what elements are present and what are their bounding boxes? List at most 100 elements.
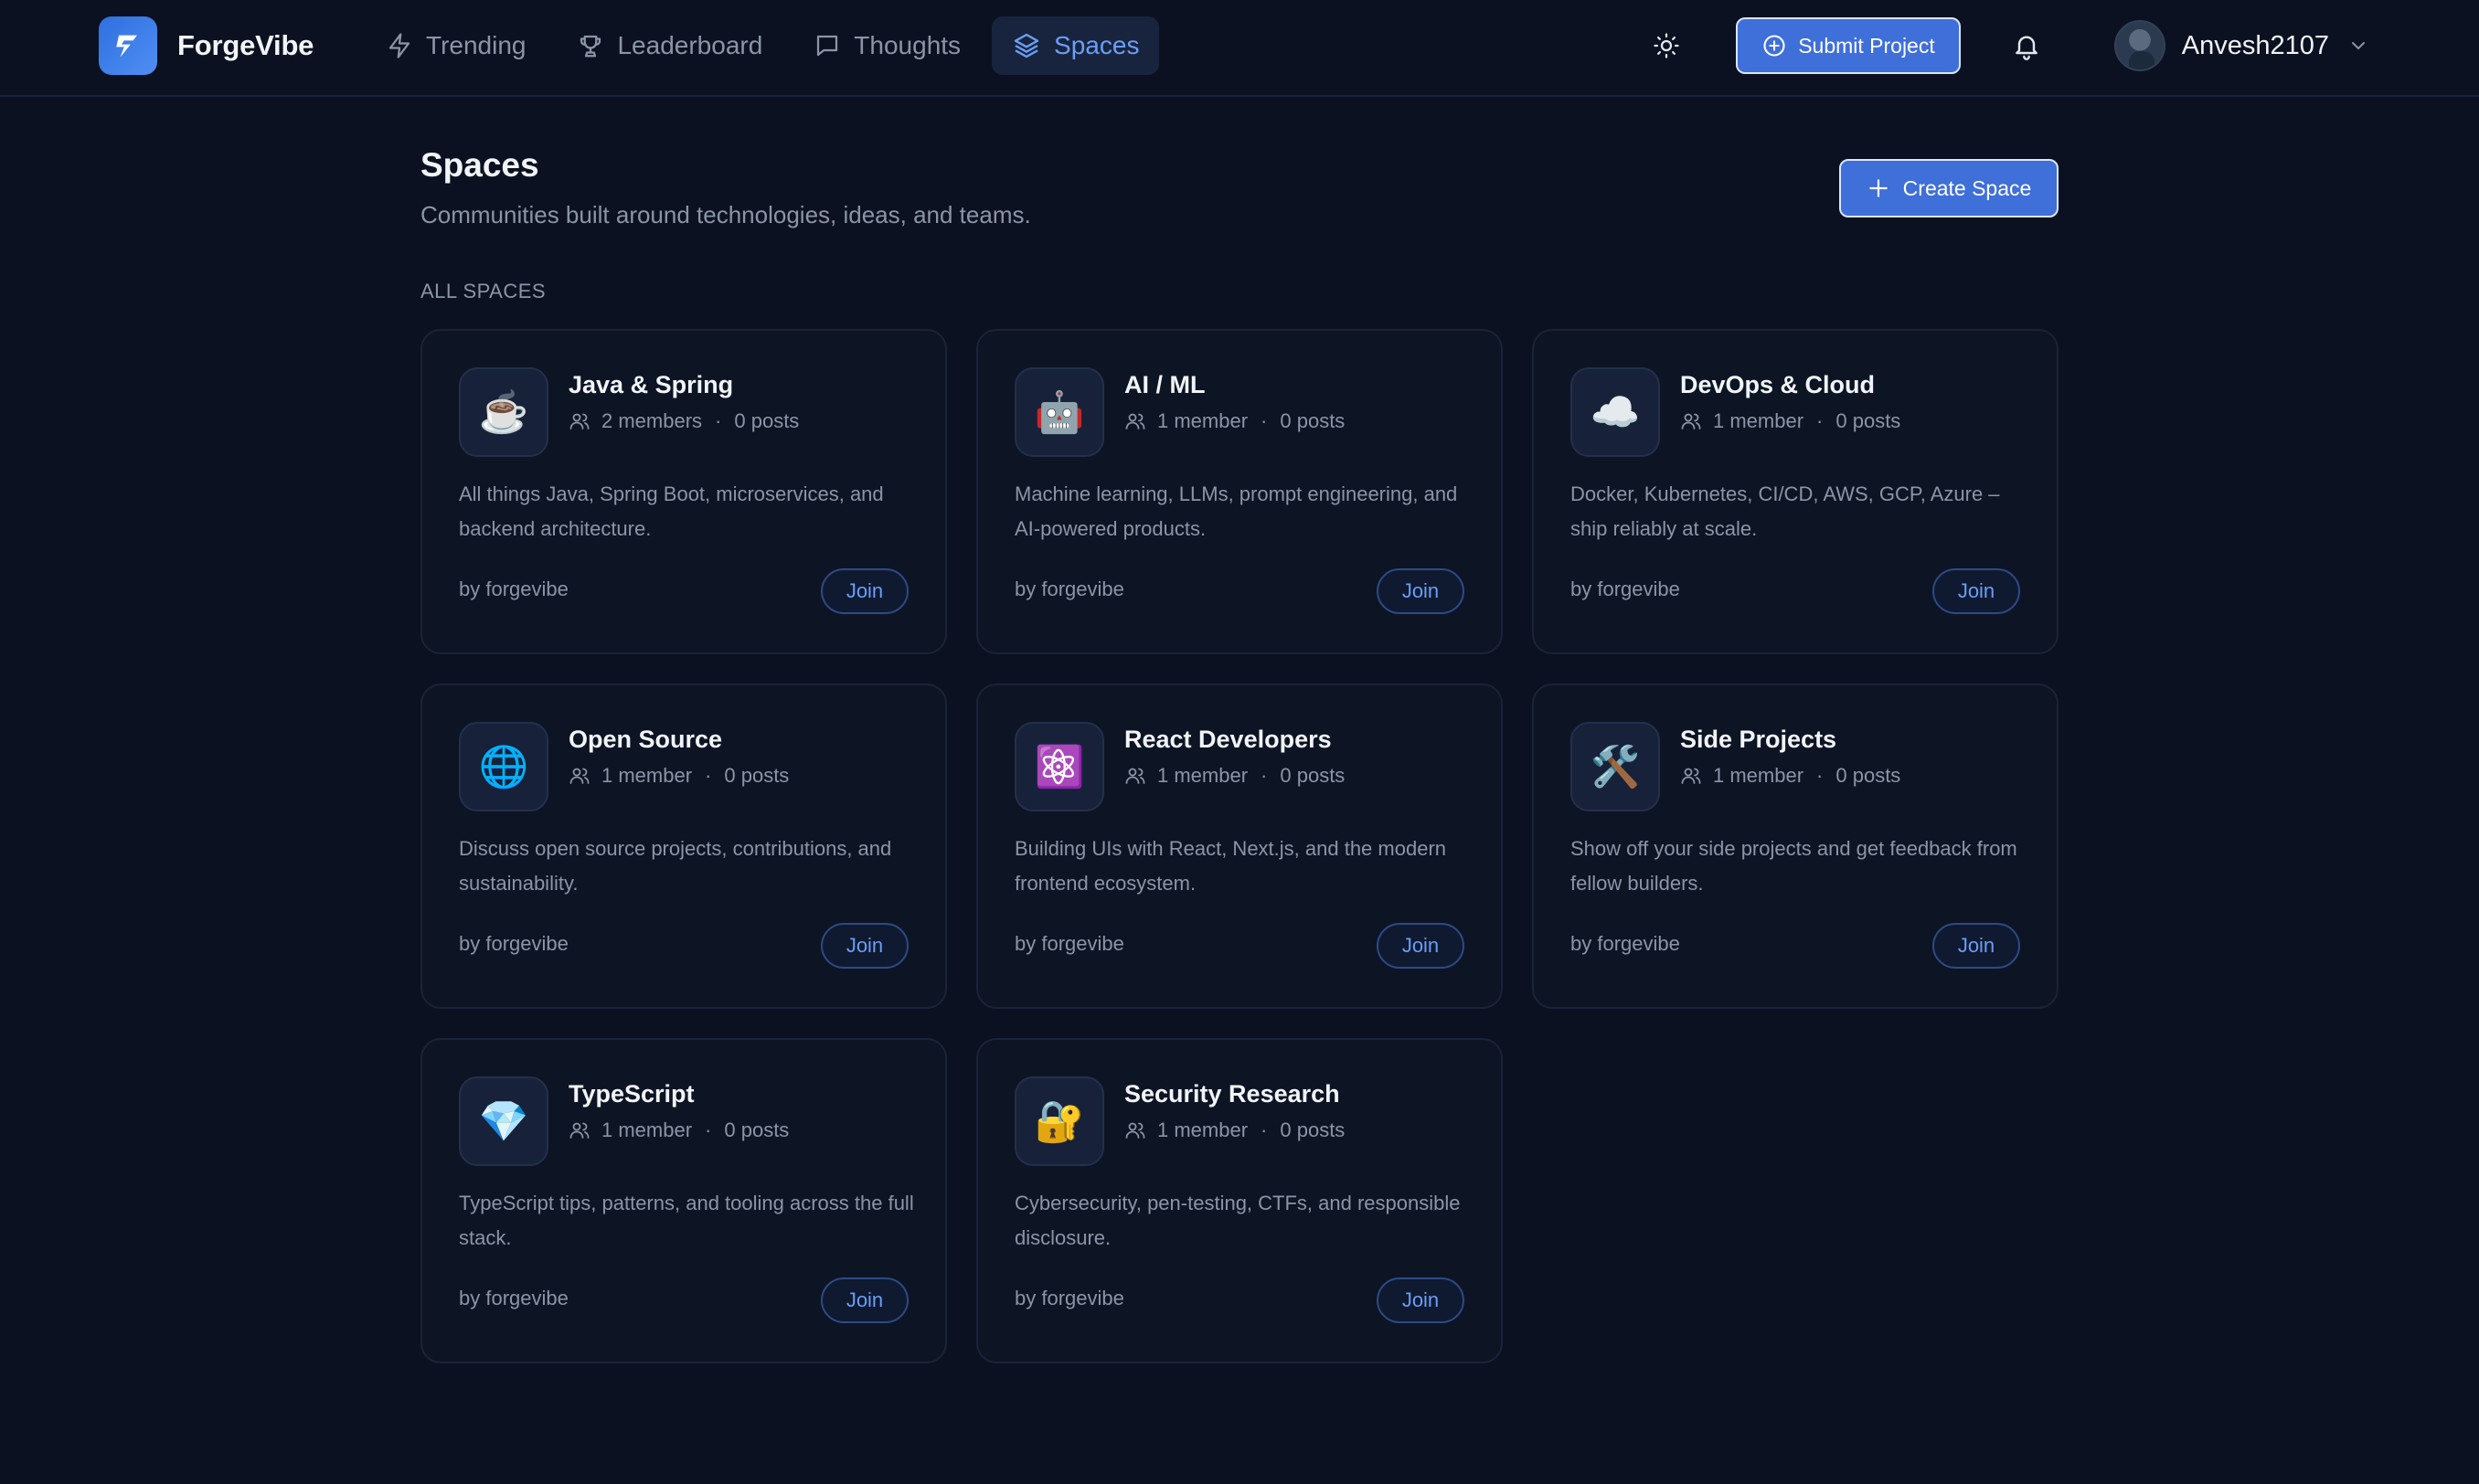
- users-icon: [1125, 413, 1145, 429]
- trophy-icon: [580, 35, 601, 58]
- sun-icon: [1654, 33, 1679, 58]
- space-card[interactable]: ☕ Java & Spring 2 members · 0 posts All …: [420, 329, 947, 654]
- user-menu[interactable]: Anvesh2107: [2113, 20, 2369, 71]
- submit-project-label: Submit Project: [1798, 33, 1935, 58]
- coffee-icon: ☕: [459, 367, 548, 457]
- space-card[interactable]: ⚛️ React Developers 1 member · 0 posts B…: [976, 684, 1503, 1009]
- space-name[interactable]: TypeScript: [569, 1080, 695, 1108]
- space-description: Docker, Kubernetes, CI/CD, AWS, GCP, Azu…: [1570, 482, 2000, 540]
- layers-icon: [1014, 33, 1039, 58]
- space-stats: 1 member · 0 posts: [569, 1118, 789, 1142]
- header-actions: Submit Project Anvesh2107: [1641, 16, 2369, 75]
- space-owner: by forgevibe: [1570, 578, 1680, 600]
- space-name[interactable]: React Developers: [1124, 726, 1332, 754]
- users-icon: [1681, 768, 1701, 784]
- nav-item-label: Thoughts: [854, 31, 962, 59]
- space-card[interactable]: ☁️ DevOps & Cloud 1 member · 0 posts Doc…: [1532, 329, 2059, 654]
- space-stats: 2 members · 0 posts: [569, 409, 799, 433]
- join-button[interactable]: Join: [821, 568, 909, 614]
- create-space-label: Create Space: [1902, 175, 2032, 200]
- lock-key-icon: 🔐: [1015, 1076, 1104, 1166]
- space-card[interactable]: 💎 TypeScript 1 member · 0 posts TypeScri…: [420, 1038, 947, 1363]
- submit-project-button[interactable]: Submit Project: [1736, 17, 1961, 74]
- space-owner: by forgevibe: [1570, 932, 1680, 955]
- post-count: 0 posts: [1280, 409, 1346, 432]
- users-icon: [569, 413, 590, 429]
- join-button[interactable]: Join: [1377, 923, 1464, 969]
- member-count: 1 member: [1157, 1118, 1249, 1141]
- plus-circle-icon: [1763, 35, 1785, 57]
- member-count: 1 member: [1713, 764, 1804, 787]
- space-owner: by forgevibe: [459, 1287, 569, 1309]
- space-stats: 1 member · 0 posts: [569, 764, 789, 788]
- lightning-icon: [388, 33, 410, 58]
- nav-item-spaces[interactable]: Spaces: [992, 16, 1160, 75]
- space-name[interactable]: DevOps & Cloud: [1680, 371, 1875, 399]
- space-card[interactable]: 🌐 Open Source 1 member · 0 posts Discuss…: [420, 684, 947, 1009]
- users-icon: [569, 1122, 590, 1139]
- space-stats: 1 member · 0 posts: [1124, 409, 1345, 433]
- nav-item-label: Trending: [426, 31, 527, 59]
- post-count: 0 posts: [1280, 764, 1346, 787]
- page-title: Spaces: [420, 146, 539, 184]
- logo-icon: [99, 16, 157, 75]
- space-description: Building UIs with React, Next.js, and th…: [1015, 837, 1447, 895]
- robot-icon: 🤖: [1015, 367, 1104, 457]
- join-button[interactable]: Join: [1377, 568, 1464, 614]
- users-icon: [1125, 768, 1145, 784]
- space-owner: by forgevibe: [1015, 932, 1124, 955]
- hammer-wrench-icon: 🛠️: [1570, 722, 1660, 811]
- member-count: 1 member: [1713, 409, 1804, 432]
- brand[interactable]: ForgeVibe: [99, 16, 314, 75]
- space-description: Discuss open source projects, contributi…: [459, 837, 892, 895]
- join-button[interactable]: Join: [1932, 923, 2020, 969]
- bell-icon: [2015, 36, 2037, 60]
- space-card[interactable]: 🤖 AI / ML 1 member · 0 posts Machine lea…: [976, 329, 1503, 654]
- member-count: 1 member: [1157, 409, 1249, 432]
- notifications-button[interactable]: [2001, 20, 2052, 71]
- space-card[interactable]: 🛠️ Side Projects 1 member · 0 posts Show…: [1532, 684, 2059, 1009]
- create-space-button[interactable]: Create Space: [1839, 159, 2059, 217]
- join-button[interactable]: Join: [821, 923, 909, 969]
- gem-icon: 💎: [459, 1076, 548, 1166]
- space-name[interactable]: AI / ML: [1124, 371, 1206, 399]
- join-button[interactable]: Join: [821, 1277, 909, 1323]
- space-description: TypeScript tips, patterns, and tooling a…: [459, 1192, 914, 1249]
- cloud-icon: ☁️: [1570, 367, 1660, 457]
- space-card[interactable]: 🔐 Security Research 1 member · 0 posts C…: [976, 1038, 1503, 1363]
- section-label: ALL SPACES: [420, 280, 547, 302]
- users-icon: [569, 768, 590, 784]
- member-count: 2 members: [601, 409, 703, 432]
- member-count: 1 member: [1157, 764, 1249, 787]
- space-name[interactable]: Security Research: [1124, 1080, 1340, 1108]
- theme-toggle-button[interactable]: [1641, 20, 1692, 71]
- post-count: 0 posts: [1835, 764, 1901, 787]
- users-icon: [1681, 413, 1701, 429]
- space-name[interactable]: Open Source: [569, 726, 722, 754]
- post-count: 0 posts: [724, 764, 790, 787]
- page-subtitle: Communities built around technologies, i…: [420, 201, 1031, 228]
- main-nav: Trending Leaderboard Thoughts Spaces: [366, 16, 1170, 75]
- username: Anvesh2107: [2181, 30, 2329, 60]
- join-button[interactable]: Join: [1932, 568, 2020, 614]
- chevron-down-icon: [2352, 42, 2365, 50]
- join-button[interactable]: Join: [1377, 1277, 1464, 1323]
- users-icon: [1125, 1122, 1145, 1139]
- space-owner: by forgevibe: [459, 578, 569, 600]
- space-owner: by forgevibe: [459, 932, 569, 955]
- nav-item-leaderboard[interactable]: Leaderboard: [557, 16, 782, 75]
- nav-item-thoughts[interactable]: Thoughts: [793, 16, 981, 75]
- post-count: 0 posts: [724, 1118, 790, 1141]
- space-name[interactable]: Side Projects: [1680, 726, 1836, 754]
- space-stats: 1 member · 0 posts: [1124, 1118, 1345, 1142]
- nav-item-label: Spaces: [1054, 31, 1140, 59]
- member-count: 1 member: [601, 1118, 693, 1141]
- space-owner: by forgevibe: [1015, 1287, 1124, 1309]
- member-count: 1 member: [601, 764, 693, 787]
- nav-item-trending[interactable]: Trending: [366, 16, 546, 75]
- atom-icon: ⚛️: [1015, 722, 1104, 811]
- space-name[interactable]: Java & Spring: [569, 371, 733, 399]
- post-count: 0 posts: [1835, 409, 1901, 432]
- space-description: Cybersecurity, pen-testing, CTFs, and re…: [1015, 1192, 1461, 1249]
- post-count: 0 posts: [1280, 1118, 1346, 1141]
